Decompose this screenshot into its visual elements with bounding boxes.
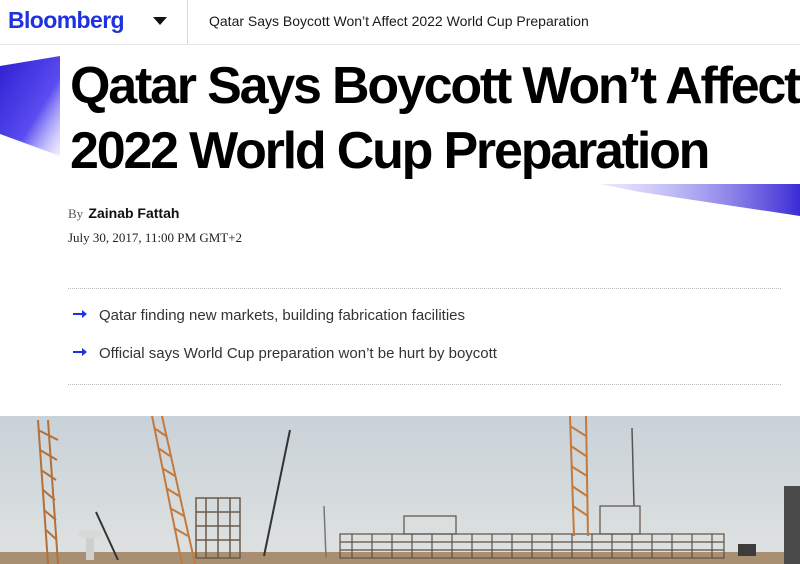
- byline-prefix: By: [68, 206, 84, 221]
- headline-line-2: 2022 World Cup Preparation: [68, 119, 800, 184]
- lead-photo-construction-site: [0, 416, 800, 564]
- bloomberg-logo[interactable]: Bloomberg: [8, 7, 125, 34]
- summary-bottom-divider: [68, 384, 781, 385]
- bullet-text: Qatar finding new markets, building fabr…: [99, 307, 466, 324]
- bullet-text: Official says World Cup preparation won’…: [99, 345, 497, 362]
- author-link[interactable]: Zainab Fattah: [88, 205, 179, 221]
- header-article-title: Qatar Says Boycott Won’t Affect 2022 Wor…: [209, 13, 589, 29]
- header-divider: [187, 0, 188, 44]
- article-headline: Qatar Says Boycott Won’t Affect 2022 Wor…: [68, 54, 800, 184]
- byline: By Zainab Fattah: [68, 205, 179, 222]
- headline-line-1: Qatar Says Boycott Won’t Affect: [68, 54, 800, 119]
- arrow-right-icon: [73, 310, 87, 318]
- arrow-right-icon: [73, 348, 87, 356]
- top-nav-bar: Bloomberg Qatar Says Boycott Won’t Affec…: [0, 0, 800, 45]
- publish-date: July 30, 2017, 11:00 PM GMT+2: [68, 230, 243, 245]
- accent-gradient-shape: [0, 56, 60, 156]
- summary-top-divider: [68, 288, 781, 289]
- chevron-down-icon[interactable]: [151, 14, 169, 28]
